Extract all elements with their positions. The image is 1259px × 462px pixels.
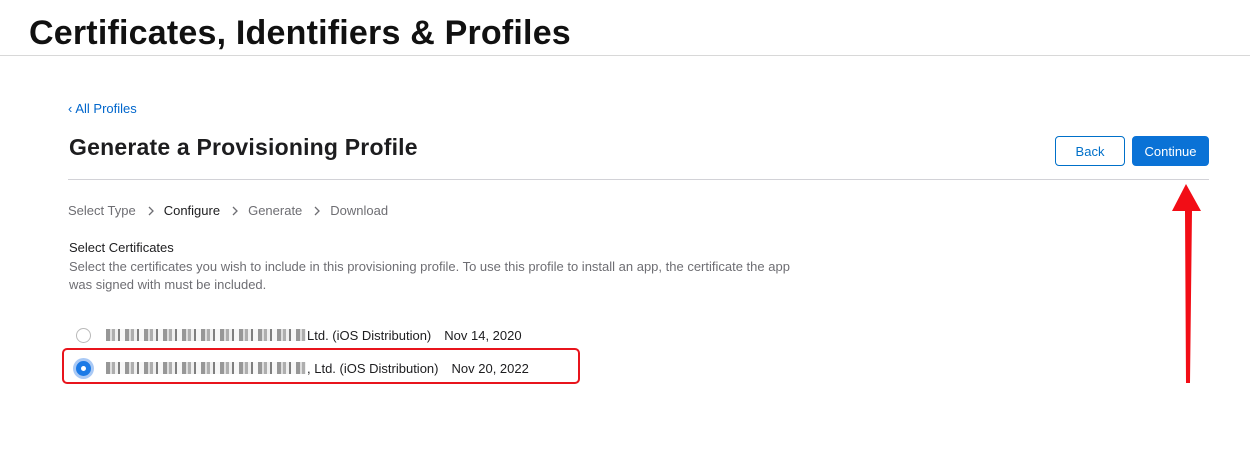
all-profiles-label: All Profiles — [75, 101, 137, 116]
chevron-right-icon — [314, 206, 321, 216]
step-select-type: Select Type — [68, 203, 136, 218]
select-certificates-description: Select the certificates you wish to incl… — [69, 259, 790, 292]
redacted-certificate-name — [106, 362, 306, 374]
certificate-date: Nov 14, 2020 — [444, 327, 522, 343]
certificate-option[interactable]: Ltd. (iOS Distribution) Nov 14, 2020 — [76, 325, 522, 345]
annotation-arrow-icon — [1172, 184, 1201, 383]
chevron-right-icon — [232, 206, 238, 216]
certificate-option-selected[interactable]: , Ltd. (iOS Distribution) Nov 20, 2022 — [76, 358, 529, 378]
certificate-name: , Ltd. (iOS Distribution) — [307, 360, 439, 376]
radio-button[interactable] — [76, 327, 91, 343]
certificate-name: Ltd. (iOS Distribution) — [307, 327, 432, 343]
select-certificates-heading: Select Certificates — [69, 240, 174, 255]
header-divider — [0, 55, 1250, 56]
page-title: Certificates, Identifiers & Profiles — [29, 14, 571, 52]
redacted-certificate-name — [106, 329, 306, 341]
section-divider — [68, 179, 1209, 180]
step-generate: Generate — [248, 203, 303, 218]
certificate-date: Nov 20, 2022 — [451, 360, 529, 376]
back-button[interactable]: Back — [1055, 136, 1125, 166]
step-configure: Configure — [163, 203, 221, 218]
step-breadcrumb: Select Type Configure Generate Download — [68, 203, 388, 218]
continue-button[interactable]: Continue — [1132, 136, 1209, 166]
step-download: Download — [330, 203, 389, 218]
chevron-right-icon — [148, 206, 154, 216]
chevron-left-icon: ‹ — [68, 101, 73, 116]
all-profiles-link[interactable]: ‹ All Profiles — [68, 101, 137, 116]
section-title: Generate a Provisioning Profile — [69, 134, 418, 160]
radio-button-selected[interactable] — [76, 360, 91, 376]
